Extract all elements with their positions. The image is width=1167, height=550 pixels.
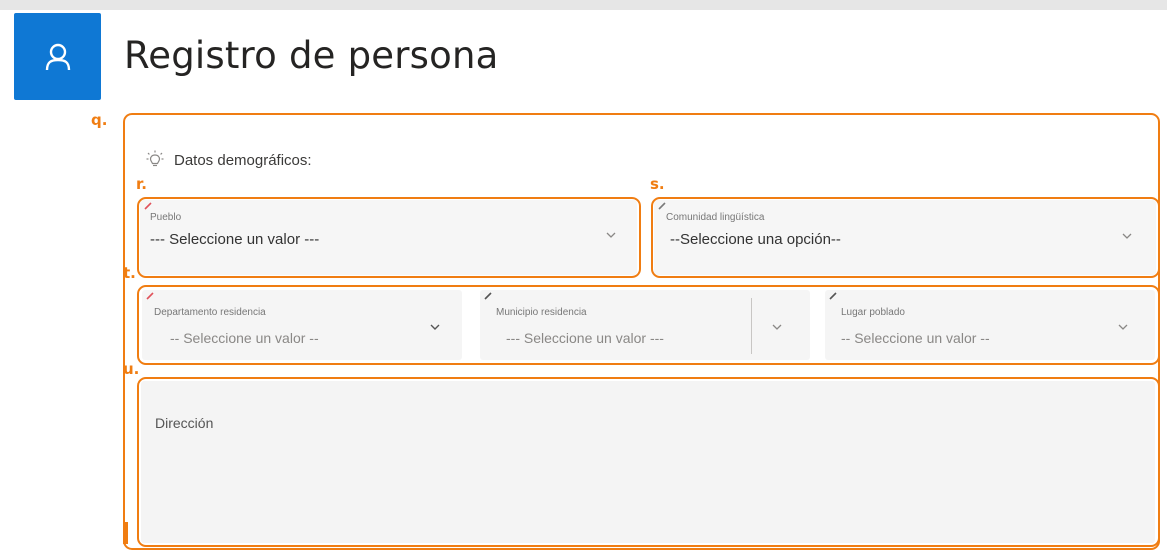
- person-icon: [45, 43, 70, 70]
- annotation-marker-t: t.: [123, 264, 136, 282]
- annotation-box-s: [651, 197, 1160, 278]
- annotation-box-u: [137, 377, 1160, 547]
- annotation-box-r: [137, 197, 641, 278]
- annotation-marker-s: s.: [650, 175, 665, 193]
- annotation-box-t: [137, 285, 1160, 365]
- top-strip: [0, 0, 1167, 10]
- annotation-tail: [123, 522, 128, 544]
- section-header: Datos demográficos:: [146, 150, 312, 170]
- annotation-marker-r: r.: [136, 175, 147, 193]
- page-title: Registro de persona: [124, 34, 499, 77]
- avatar: [14, 13, 101, 100]
- section-title: Datos demográficos:: [174, 151, 312, 169]
- lightbulb-icon: [146, 150, 164, 167]
- annotation-marker-q: q.: [91, 111, 108, 129]
- annotation-marker-u: u.: [123, 360, 140, 378]
